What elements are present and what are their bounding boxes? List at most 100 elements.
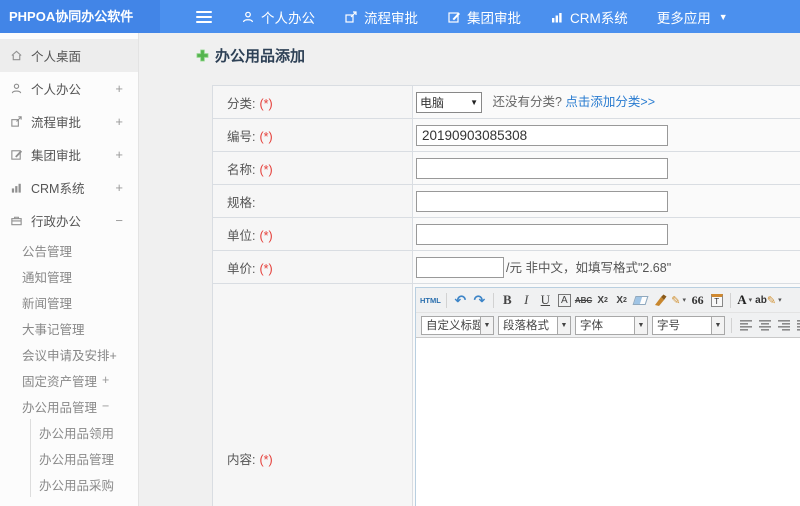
flow-export-icon <box>344 10 358 24</box>
code-input[interactable] <box>416 124 668 146</box>
magic-pencil-icon[interactable]: ✎ ▾ <box>670 291 687 310</box>
form-row-code: 编号: (*) <box>212 118 800 152</box>
nav-more-apps[interactable]: 更多应用 ▼ <box>657 7 728 27</box>
sidebar-item-fixed-assets-mgmt[interactable]: 固定资产管理 + <box>0 367 138 393</box>
price-hint: /元 非中文，如填写格式"2.68" <box>506 260 672 275</box>
add-category-link[interactable]: 点击添加分类>> <box>565 95 655 109</box>
highlight-color-button[interactable]: ab ✎ ▾ <box>755 291 781 310</box>
sidebar-item-supplies-purchase[interactable]: 办公用品采购 <box>31 471 138 497</box>
expand-icon[interactable]: + <box>115 114 123 129</box>
unit-input[interactable] <box>416 223 668 245</box>
toolbar-separator <box>731 317 732 333</box>
flow-export-icon <box>10 115 23 128</box>
sidebar-item-news-mgmt[interactable]: 新闻管理 <box>0 289 138 315</box>
italic-button[interactable]: I <box>518 291 535 310</box>
code-label: 编号: <box>227 129 256 144</box>
content-label: 内容: <box>227 453 256 467</box>
select-arrow-icon: ▼ <box>711 316 724 334</box>
briefcase-icon <box>10 214 23 227</box>
sidebar: 个人桌面 个人办公 + 流程审批 + 集团审批 + CRM系统 + 行政办公 − <box>0 33 139 506</box>
office-supplies-submenu: 办公用品领用 办公用品管理 办公用品采购 <box>30 419 138 497</box>
font-style-button[interactable]: A <box>557 293 571 307</box>
price-input[interactable] <box>416 256 504 278</box>
bold-button[interactable]: B <box>499 291 516 310</box>
form-row-price: 单价: (*) /元 非中文，如填写格式"2.68" <box>212 250 800 284</box>
sidebar-item-events-mgmt[interactable]: 大事记管理 <box>0 315 138 341</box>
form-row-content: 内容: (*) HTML ↶ ↷ B I U A ABC X 2 X 2 ✎ ▾… <box>212 283 800 506</box>
html-source-button[interactable]: HTML <box>420 291 441 310</box>
sidebar-item-admin-office[interactable]: 行政办公 − <box>0 204 138 237</box>
align-center-icon[interactable] <box>756 316 773 335</box>
menu-toggle-icon[interactable] <box>196 10 212 23</box>
select-arrow-icon: ▼ <box>634 316 647 334</box>
sidebar-item-label: 集团审批 <box>31 149 82 163</box>
align-justify-icon[interactable] <box>794 316 800 335</box>
sidebar-item-supplies-manage[interactable]: 办公用品管理 <box>31 445 138 471</box>
sidebar-item-desktop[interactable]: 个人桌面 <box>0 39 138 72</box>
sidebar-item-notice-mgmt[interactable]: 通知管理 <box>0 263 138 289</box>
sidebar-item-office-supplies-mgmt[interactable]: 办公用品管理 − <box>0 393 138 419</box>
nav-label: 集团审批 <box>467 10 521 26</box>
spec-input[interactable] <box>416 190 668 212</box>
paragraph-format-select[interactable]: 段落格式 ▼ <box>498 315 571 335</box>
collapse-icon[interactable]: − <box>102 399 109 413</box>
font-color-button[interactable]: A ▾ <box>736 291 753 310</box>
required-mark: (*) <box>259 228 273 243</box>
user-icon <box>241 10 255 24</box>
font-family-select[interactable]: 字体 ▼ <box>575 315 648 335</box>
category-select[interactable]: 电脑 ▼ <box>416 92 482 114</box>
collapse-icon[interactable]: − <box>115 213 123 228</box>
page-title: 办公用品添加 <box>196 46 800 65</box>
underline-button[interactable]: U <box>537 291 554 310</box>
price-label: 单价: <box>227 261 256 276</box>
blockquote-button[interactable]: 66 <box>689 291 706 310</box>
redo-icon[interactable]: ↷ <box>471 291 488 310</box>
nav-label: 个人办公 <box>261 10 315 26</box>
select-arrow-icon: ▼ <box>557 316 570 334</box>
nav-label: 更多应用 <box>656 10 711 26</box>
remove-format-eraser-icon[interactable] <box>632 291 649 310</box>
sidebar-item-personal-office[interactable]: 个人办公 + <box>0 72 138 105</box>
expand-icon[interactable]: + <box>115 147 123 162</box>
paste-as-text-icon[interactable]: T <box>708 291 725 310</box>
expand-icon[interactable]: + <box>115 81 123 96</box>
align-left-icon[interactable] <box>737 316 754 335</box>
editor-content-area[interactable] <box>416 338 800 506</box>
rich-text-editor: HTML ↶ ↷ B I U A ABC X2 X2 ✎ ▾ 66 T A ▾ … <box>415 287 800 506</box>
name-input[interactable] <box>416 157 668 179</box>
nav-workflow-approval[interactable]: 流程审批 <box>344 7 418 27</box>
expand-icon[interactable]: + <box>102 373 109 387</box>
category-label: 分类: <box>227 96 256 111</box>
main-content: 办公用品添加 分类: (*) 电脑 ▼ 还没有分类? 点击添加分类>> 编号: (*… <box>140 33 800 506</box>
select-arrow-icon: ▼ <box>470 98 478 108</box>
form-row-name: 名称: (*) <box>212 151 800 185</box>
undo-icon[interactable]: ↶ <box>452 291 469 310</box>
sidebar-item-crm[interactable]: CRM系统 + <box>0 171 138 204</box>
name-label: 名称: <box>227 162 256 177</box>
format-brush-icon[interactable] <box>651 291 668 310</box>
unit-label: 单位: <box>227 228 256 243</box>
nav-crm-system[interactable]: CRM系统 <box>550 7 628 27</box>
add-plus-icon <box>196 49 209 62</box>
edit-square-icon <box>10 148 23 161</box>
subscript-button[interactable]: X2 <box>613 291 630 310</box>
sidebar-item-group-approval[interactable]: 集团审批 + <box>0 138 138 171</box>
user-icon <box>10 82 23 95</box>
font-size-select[interactable]: 字号 ▼ <box>652 315 725 335</box>
editor-toolbar-row1: HTML ↶ ↷ B I U A ABC X2 X2 ✎ ▾ 66 T A ▾ … <box>416 288 800 313</box>
sidebar-item-label: 个人办公 <box>31 83 82 97</box>
expand-icon[interactable]: + <box>115 180 123 195</box>
custom-heading-select[interactable]: 自定义标题 ▼ <box>421 315 494 335</box>
spec-label: 规格: <box>227 195 256 210</box>
sidebar-item-announcement-mgmt[interactable]: 公告管理 <box>0 237 138 263</box>
bar-chart-icon <box>10 181 23 194</box>
app-logo: PHPOA协同办公软件 <box>0 0 160 33</box>
sidebar-item-supplies-claim[interactable]: 办公用品领用 <box>31 419 138 445</box>
align-right-icon[interactable] <box>775 316 792 335</box>
sidebar-item-workflow-approval[interactable]: 流程审批 + <box>0 105 138 138</box>
nav-group-approval[interactable]: 集团审批 <box>447 7 521 27</box>
superscript-button[interactable]: X2 <box>594 291 611 310</box>
sidebar-item-meeting-mgmt[interactable]: 会议申请及安排+ <box>0 341 138 367</box>
strikethrough-button[interactable]: ABC <box>575 291 592 310</box>
nav-personal-office[interactable]: 个人办公 <box>241 7 315 27</box>
